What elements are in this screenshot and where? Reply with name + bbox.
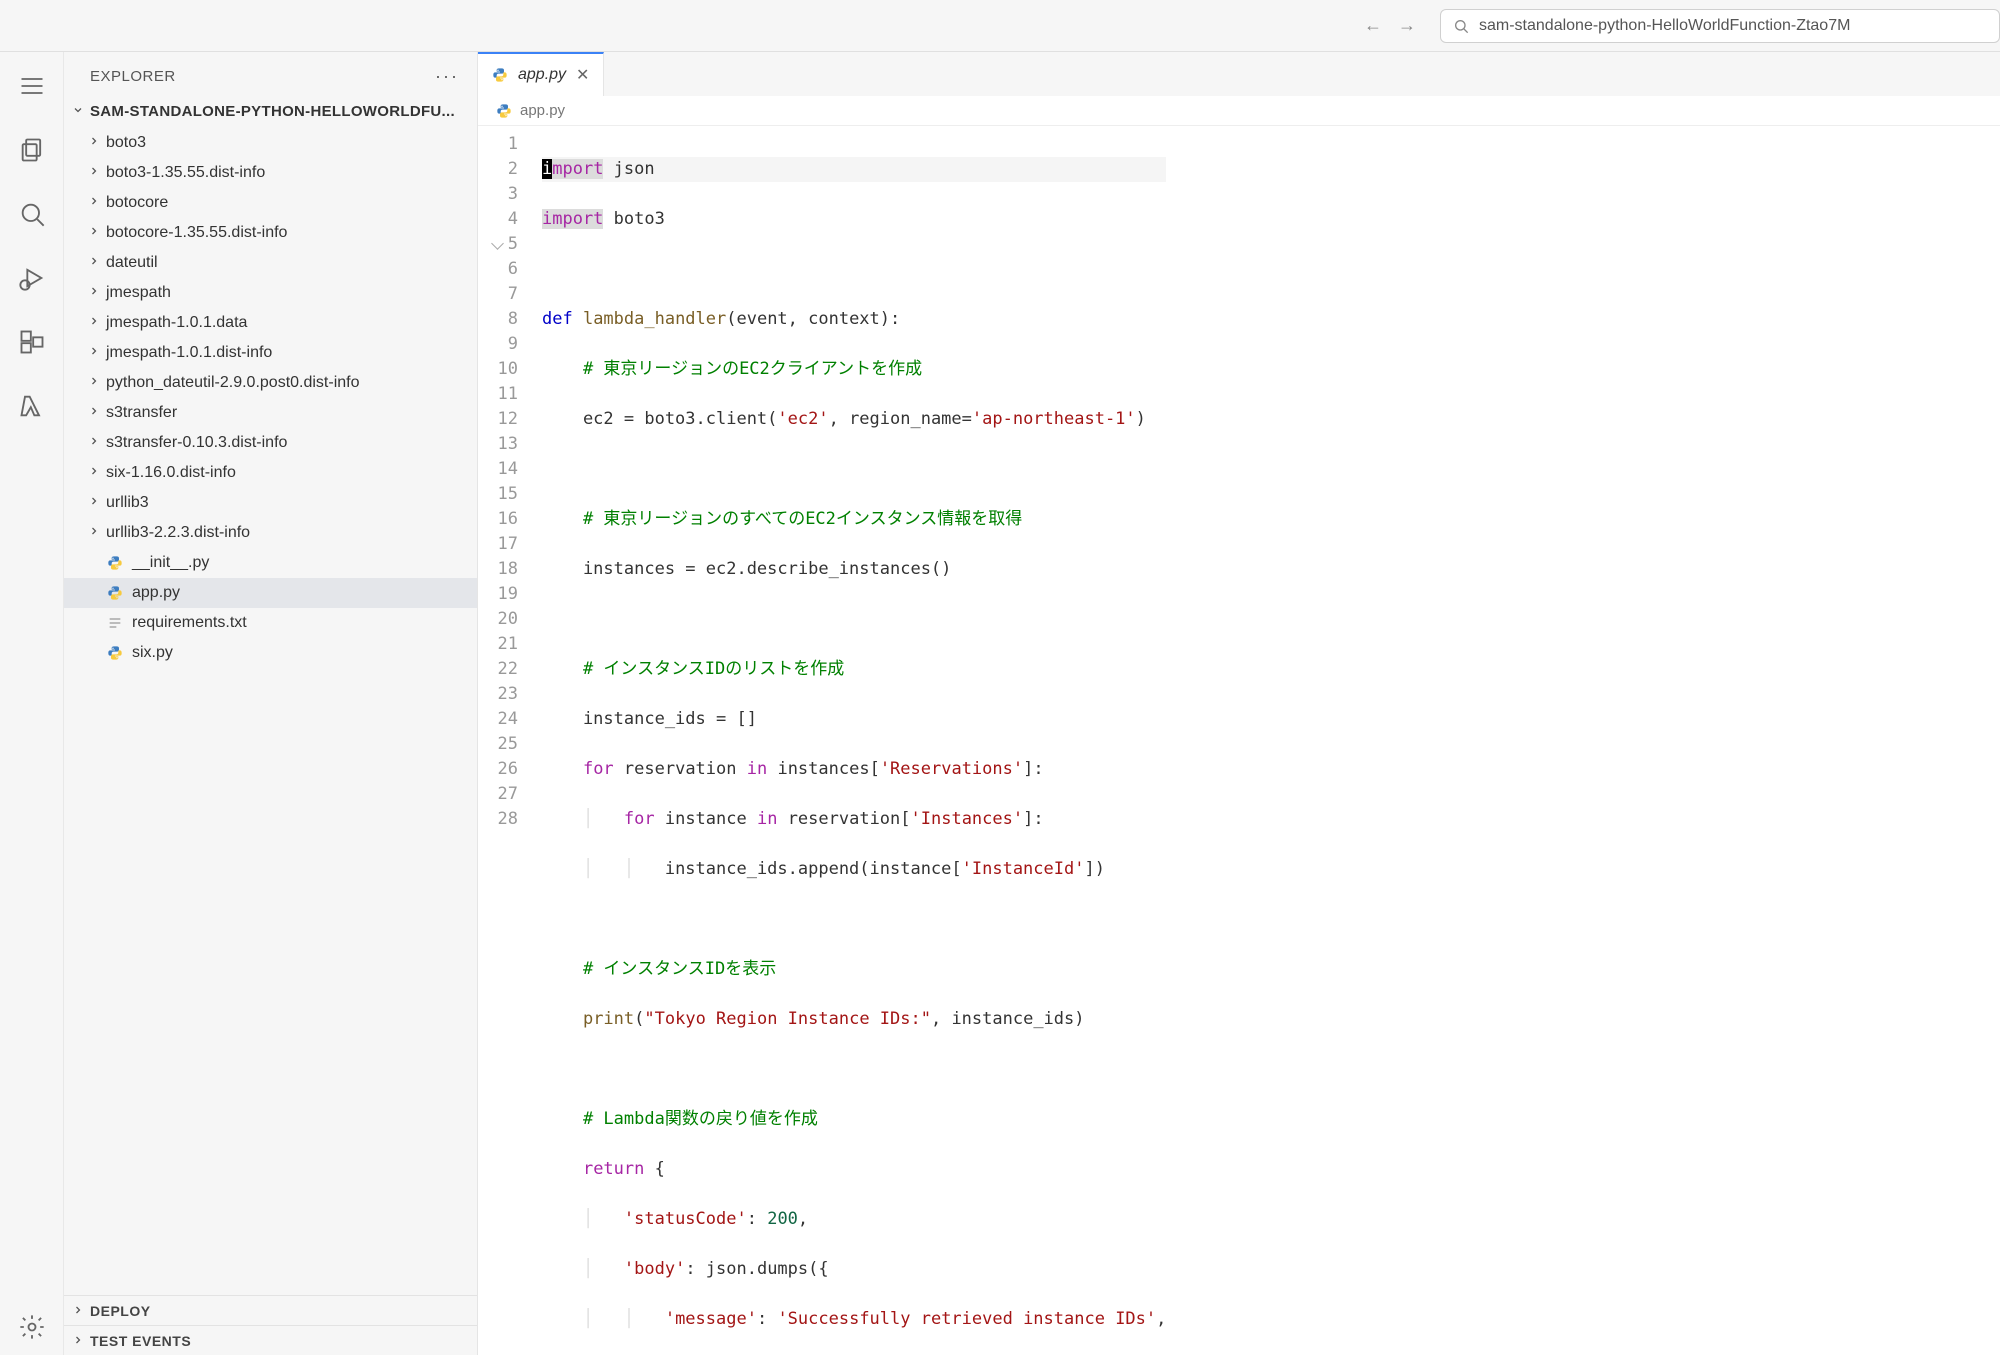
tree-item-label: s3transfer <box>106 404 177 422</box>
python-file-icon <box>106 644 124 662</box>
tree-item-label: __init__.py <box>132 554 209 572</box>
tree-item[interactable]: s3transfer-0.10.3.dist-info <box>64 428 477 458</box>
tree-item-label: six.py <box>132 644 173 662</box>
lambda-icon[interactable] <box>14 388 50 424</box>
chevron-right-icon <box>86 314 102 332</box>
tab-bar: app.py ✕ <box>478 52 2000 96</box>
tree-item[interactable]: boto3 <box>64 128 477 158</box>
sidebar: EXPLORER ··· SAM-STANDALONE-PYTHON-HELLO… <box>64 52 478 1355</box>
chevron-right-icon <box>86 164 102 182</box>
tree-item[interactable]: jmespath-1.0.1.data <box>64 308 477 338</box>
editor: app.py ✕ app.py 123456789101112131415161… <box>478 52 2000 1355</box>
tree-item-label: urllib3 <box>106 494 149 512</box>
section-test-events[interactable]: TEST EVENTS <box>64 1325 477 1355</box>
tree-item[interactable]: requirements.txt <box>64 608 477 638</box>
search-text: sam-standalone-python-HelloWorldFunction… <box>1479 17 1850 35</box>
chevron-right-icon <box>72 1303 84 1319</box>
python-file-icon <box>496 103 512 119</box>
search-activity-icon[interactable] <box>14 196 50 232</box>
tab-app-py[interactable]: app.py ✕ <box>478 52 604 96</box>
python-file-icon <box>106 554 124 572</box>
tree-item[interactable]: jmespath-1.0.1.dist-info <box>64 338 477 368</box>
search-icon <box>1453 18 1469 34</box>
close-icon[interactable]: ✕ <box>576 65 589 85</box>
tree-item[interactable]: botocore-1.35.55.dist-info <box>64 218 477 248</box>
tree-item[interactable]: urllib3-2.2.3.dist-info <box>64 518 477 548</box>
tree-item-label: dateutil <box>106 254 158 272</box>
search-box[interactable]: sam-standalone-python-HelloWorldFunction… <box>1440 9 2000 43</box>
chevron-right-icon <box>86 344 102 362</box>
chevron-right-icon <box>86 404 102 422</box>
tab-label: app.py <box>518 66 566 84</box>
tree-item[interactable]: app.py <box>64 578 477 608</box>
section-deploy[interactable]: DEPLOY <box>64 1295 477 1325</box>
tree-item-label: urllib3-2.2.3.dist-info <box>106 524 250 542</box>
activity-bar <box>0 52 64 1355</box>
tree-item[interactable]: boto3-1.35.55.dist-info <box>64 158 477 188</box>
nav-forward-icon[interactable]: → <box>1398 15 1416 36</box>
chevron-right-icon <box>86 284 102 302</box>
menu-icon[interactable] <box>14 68 50 104</box>
tree-item[interactable]: s3transfer <box>64 398 477 428</box>
tree-item-label: six-1.16.0.dist-info <box>106 464 236 482</box>
sidebar-root[interactable]: SAM-STANDALONE-PYTHON-HELLOWORLDFU... <box>64 97 477 126</box>
section-label: DEPLOY <box>90 1303 151 1319</box>
chevron-right-icon <box>72 1333 84 1349</box>
tree-item-label: s3transfer-0.10.3.dist-info <box>106 434 287 452</box>
tree-item[interactable]: urllib3 <box>64 488 477 518</box>
python-file-icon <box>492 67 508 83</box>
tree-item[interactable]: six-1.16.0.dist-info <box>64 458 477 488</box>
chevron-right-icon <box>86 464 102 482</box>
tree-item-label: jmespath <box>106 284 171 302</box>
chevron-right-icon <box>86 134 102 152</box>
tree-item-label: app.py <box>132 584 180 602</box>
tree-item-label: botocore <box>106 194 168 212</box>
chevron-right-icon <box>86 374 102 392</box>
chevron-down-icon <box>72 103 84 120</box>
tree-item[interactable]: __init__.py <box>64 548 477 578</box>
sidebar-root-label: SAM-STANDALONE-PYTHON-HELLOWORLDFU... <box>90 103 455 120</box>
file-tree: boto3 boto3-1.35.55.dist-info botocore boto… <box>64 126 477 1295</box>
line-gutter: 1234567891011121314151617181920212223242… <box>478 126 534 1355</box>
tree-item[interactable]: jmespath <box>64 278 477 308</box>
tree-item-label: requirements.txt <box>132 614 247 632</box>
sidebar-title: EXPLORER <box>90 68 176 85</box>
tree-item[interactable]: dateutil <box>64 248 477 278</box>
sidebar-more-icon[interactable]: ··· <box>435 66 459 87</box>
section-label: TEST EVENTS <box>90 1333 191 1349</box>
tree-item-label: boto3-1.35.55.dist-info <box>106 164 265 182</box>
title-bar: ← → sam-standalone-python-HelloWorldFunc… <box>0 0 2000 52</box>
chevron-right-icon <box>86 254 102 272</box>
chevron-right-icon <box>86 194 102 212</box>
tree-item-label: python_dateutil-2.9.0.post0.dist-info <box>106 374 360 392</box>
chevron-right-icon <box>86 524 102 542</box>
chevron-right-icon <box>86 434 102 452</box>
nav-back-icon[interactable]: ← <box>1364 15 1382 36</box>
explorer-icon[interactable] <box>14 132 50 168</box>
chevron-right-icon <box>86 224 102 242</box>
breadcrumb[interactable]: app.py <box>478 96 2000 126</box>
code-editor[interactable]: 1234567891011121314151617181920212223242… <box>478 126 2000 1355</box>
text-file-icon <box>106 614 124 632</box>
tree-item-label: jmespath-1.0.1.dist-info <box>106 344 272 362</box>
breadcrumb-label: app.py <box>520 102 565 119</box>
chevron-right-icon <box>86 494 102 512</box>
settings-gear-icon[interactable] <box>14 1309 50 1345</box>
tree-item-label: boto3 <box>106 134 146 152</box>
tree-item[interactable]: python_dateutil-2.9.0.post0.dist-info <box>64 368 477 398</box>
extensions-icon[interactable] <box>14 324 50 360</box>
tree-item[interactable]: six.py <box>64 638 477 668</box>
tree-item-label: botocore-1.35.55.dist-info <box>106 224 287 242</box>
python-file-icon <box>106 584 124 602</box>
run-debug-icon[interactable] <box>14 260 50 296</box>
tree-item[interactable]: botocore <box>64 188 477 218</box>
code-content[interactable]: import json import boto3 def lambda_hand… <box>534 126 1166 1355</box>
tree-item-label: jmespath-1.0.1.data <box>106 314 247 332</box>
